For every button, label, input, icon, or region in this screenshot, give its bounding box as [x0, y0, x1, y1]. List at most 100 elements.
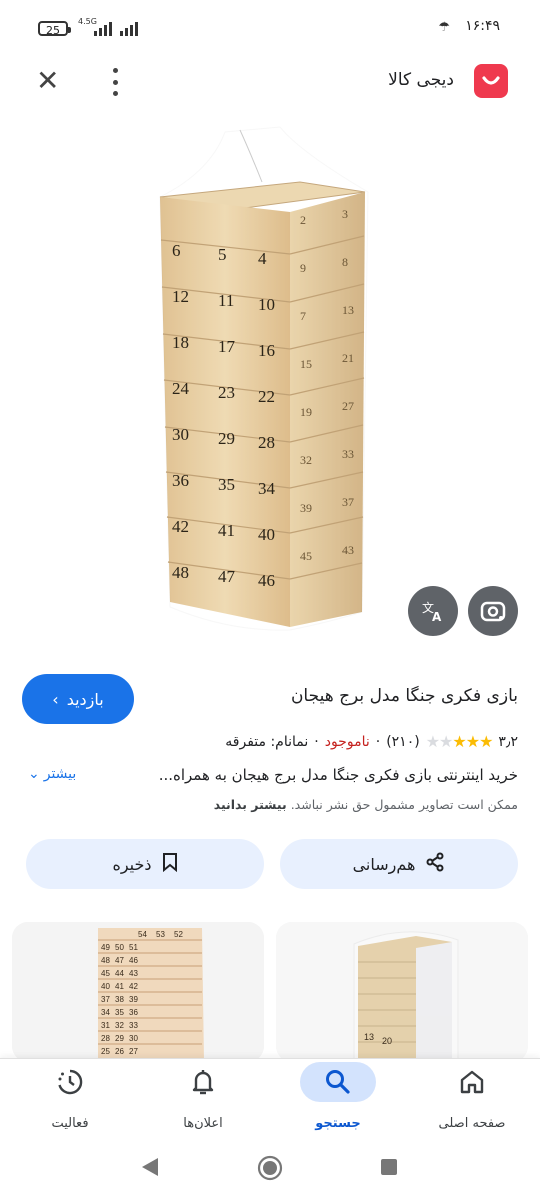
thumb-number: 38: [115, 995, 124, 1004]
home-circle-icon[interactable]: [257, 1155, 283, 1181]
thumb-number: 40: [101, 982, 110, 991]
block-number: 23: [218, 383, 235, 402]
nav-notifications[interactable]: اعلان‌ها: [143, 1062, 263, 1134]
translate-icon[interactable]: 文A: [408, 586, 458, 636]
thumb-number: 27: [129, 1047, 138, 1056]
side-number: 43: [342, 543, 354, 557]
separator-dot: ·: [375, 733, 381, 750]
share-label: هم‌رسانی: [352, 854, 416, 874]
thumb-number: 26: [115, 1047, 124, 1056]
thumb-number: 30: [129, 1034, 138, 1043]
thumb-number: 43: [129, 969, 138, 978]
thumb-number: 37: [101, 995, 110, 1004]
nav-activity[interactable]: فعالیت: [10, 1062, 130, 1134]
block-number: 12: [172, 287, 189, 306]
product-image[interactable]: 6 5 4 12 11 10 18 17 16 24 23 22 30 29 28 36 35 34 42 41 40 4…: [0, 112, 540, 657]
block-number: 29: [218, 429, 235, 448]
alarm-icon: ☂: [438, 20, 450, 35]
search-icon: [300, 1062, 376, 1102]
rating-row: ۳٫۲ ★★★★★ (۲۱۰) · ناموجود · نمانام: متفر…: [225, 732, 518, 751]
thumb-number: 35: [115, 1008, 124, 1017]
related-image-1[interactable]: 54 53 52 49 50 51 48 47 46 45 44 43 40 41 42 37 38 39 34 35…: [12, 922, 264, 1062]
battery-indicator: 25: [38, 21, 71, 37]
share-button[interactable]: هم‌رسانی: [280, 839, 518, 889]
status-bar: 25 4.5G ☂ ۱۶:۴۹: [0, 0, 540, 58]
side-number: 7: [300, 309, 306, 323]
nav-label-home: صفحه اصلی: [438, 1116, 506, 1131]
thumb-number: 25: [101, 1047, 110, 1056]
brand-label: نمانام: متفرقه: [225, 733, 309, 750]
block-number: 22: [258, 387, 275, 406]
thumb-number: 45: [101, 969, 110, 978]
svg-text:A: A: [432, 610, 442, 624]
review-count: (۲۱۰): [386, 733, 420, 750]
block-number: 24: [172, 379, 190, 398]
block-number: 36: [172, 471, 189, 490]
side-number: 39: [300, 501, 312, 515]
thumb2-number: 13: [364, 1032, 374, 1042]
save-button[interactable]: ذخیره: [26, 839, 264, 889]
recents-icon[interactable]: [380, 1158, 398, 1176]
side-number: 15: [300, 357, 312, 371]
side-number: 27: [342, 399, 354, 413]
related-image-2[interactable]: 13 20: [276, 922, 528, 1062]
home-icon: [434, 1062, 510, 1102]
thumb-number: 31: [101, 1021, 110, 1030]
block-number: 42: [172, 517, 189, 536]
close-icon[interactable]: ✕: [36, 66, 59, 96]
block-number: 30: [172, 425, 189, 444]
thumb-number: 52: [174, 930, 183, 939]
activity-icon: [32, 1062, 108, 1102]
more-button[interactable]: ⌄ بیشتر: [28, 766, 76, 782]
thumb-number: 44: [115, 969, 124, 978]
chevron-down-icon: ⌄: [28, 766, 40, 782]
side-number: 32: [300, 453, 312, 467]
star-filled-icon: ★: [465, 732, 480, 751]
thumb-number: 33: [129, 1021, 138, 1030]
side-number: 19: [300, 405, 312, 419]
thumb-number: 32: [115, 1021, 124, 1030]
availability-status: ناموجود: [324, 733, 370, 750]
star-empty-icon: ★: [425, 732, 440, 751]
side-number: 37: [342, 495, 354, 509]
thumb-number: 50: [115, 943, 124, 952]
rating-value: ۳٫۲: [498, 733, 518, 750]
side-number: 33: [342, 447, 354, 461]
thumb-number: 53: [156, 930, 165, 939]
signal-icon-2: [120, 22, 138, 36]
star-empty-icon: ★: [439, 732, 453, 751]
chevron-left-icon: ‹: [52, 689, 59, 709]
block-number: 18: [172, 333, 189, 352]
thumb-number: 28: [101, 1034, 110, 1043]
block-number: 6: [172, 241, 181, 260]
nav-search[interactable]: جستجو: [278, 1062, 398, 1134]
star-rating: ★★★★★: [425, 732, 494, 751]
block-number: 11: [218, 291, 234, 310]
back-icon[interactable]: [140, 1156, 160, 1178]
nav-label-activity: فعالیت: [51, 1116, 89, 1131]
block-number: 16: [258, 341, 275, 360]
side-number: 21: [342, 351, 354, 365]
visit-button[interactable]: ‹ بازدید: [22, 674, 134, 724]
nav-home[interactable]: صفحه اصلی: [412, 1062, 532, 1134]
block-number: 46: [258, 571, 275, 590]
lens-icon[interactable]: [468, 586, 518, 636]
star-filled-icon: ★: [452, 732, 466, 751]
block-number: 41: [218, 521, 235, 540]
block-number: 48: [172, 563, 189, 582]
block-number: 40: [258, 525, 275, 544]
copyright-notice: ممکن است تصاویر مشمول حق نشر نباشد. بیشت…: [214, 797, 518, 812]
thumb-number: 48: [101, 956, 110, 965]
thumb2-number: 20: [382, 1036, 392, 1046]
signal-icon: [94, 22, 112, 36]
block-number: 5: [218, 245, 227, 264]
more-vert-icon[interactable]: [110, 68, 120, 96]
thumb-number: 54: [138, 930, 147, 939]
block-number: 28: [258, 433, 275, 452]
nav-label-notifications: اعلان‌ها: [183, 1116, 223, 1131]
side-number: 45: [300, 549, 312, 563]
site-name: دیجی کالا: [388, 70, 454, 90]
learn-more-link[interactable]: بیشتر بدانید: [214, 797, 287, 812]
nav-label-search: جستجو: [315, 1116, 361, 1131]
product-title[interactable]: بازی فکری جنگا مدل برج هیجان: [138, 686, 518, 706]
